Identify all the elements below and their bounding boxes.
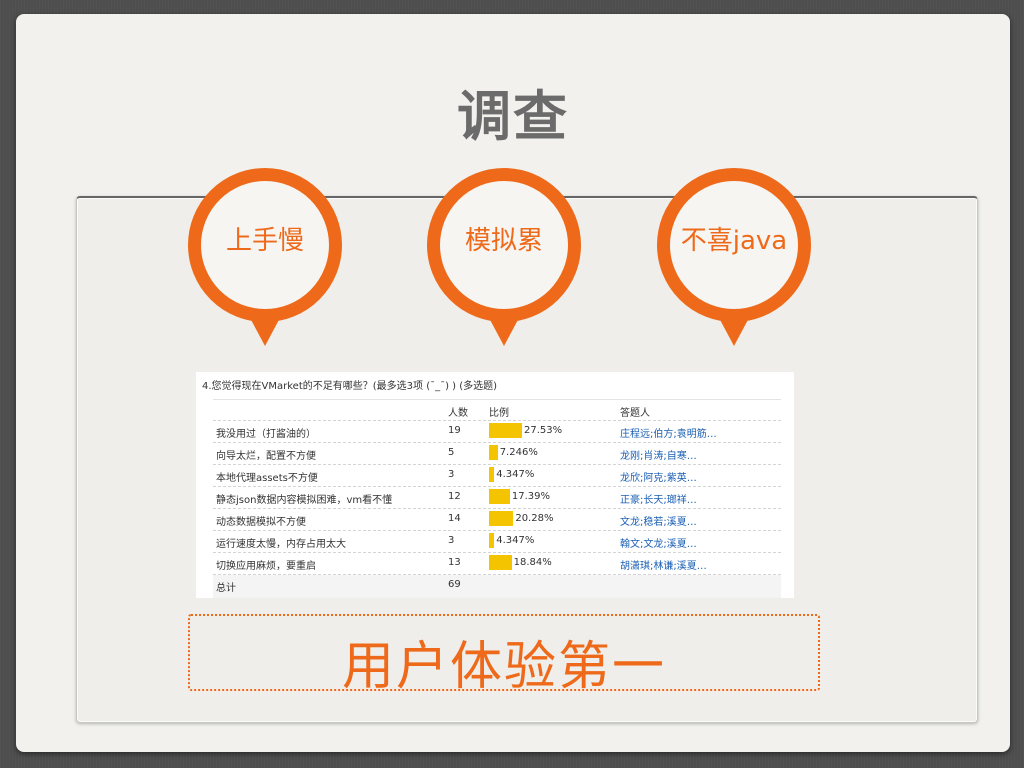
percent-bar: [489, 423, 523, 438]
bubble-pointer: [718, 316, 750, 346]
row-count: 5: [448, 447, 455, 458]
row-option: 本地代理assets不方便: [216, 473, 318, 484]
row-count: 14: [448, 513, 461, 524]
table-row: 切换应用麻烦，要重启 13 18.84% 胡潇琪;林谦;溪夏…: [213, 553, 781, 575]
survey-table: 人数 比例 答题人 我没用过（打酱油的） 19 27.53% 庄程远;伯方;袁明筋… 向…: [213, 399, 781, 598]
bubble-pointer: [488, 316, 520, 346]
bubble-pointer: [249, 316, 281, 346]
row-percent: 27.53%: [489, 421, 614, 442]
row-option: 动态数据模拟不方便: [216, 517, 306, 528]
row-respondents[interactable]: 胡潇琪;林谦;溪夏…: [620, 557, 707, 572]
percent-label: 27.53%: [524, 425, 563, 436]
percent-bar: [489, 445, 498, 460]
slogan-text: 用户体验第一: [341, 637, 666, 697]
table-row: 动态数据模拟不方便 14 20.28% 文龙;稳若;溪夏…: [213, 509, 781, 531]
row-option: 运行速度太慢，内存占用太大: [216, 539, 346, 550]
survey-question: 4.您觉得现在VMarket的不足有哪些？(最多选3项 (¯_¯) ) (多选题…: [202, 381, 498, 392]
row-count: 12: [448, 491, 461, 502]
percent-label: 7.246%: [499, 447, 538, 458]
percent-bar: [489, 511, 514, 526]
percent-label: 18.84%: [513, 557, 552, 568]
row-option: 我没用过（打酱油的）: [216, 429, 316, 440]
row-option: 向导太烂，配置不方便: [216, 451, 316, 462]
row-percent: 4.347%: [489, 531, 614, 552]
percent-bar: [489, 489, 510, 504]
row-count: 3: [448, 469, 455, 480]
total-label: 总计: [216, 583, 236, 594]
table-row: 我没用过（打酱油的） 19 27.53% 庄程远;伯方;袁明筋…: [213, 421, 781, 443]
total-count: 69: [448, 579, 461, 590]
table-row: 运行速度太慢，内存占用太大 3 4.347% 翰文;文龙;溪夏…: [213, 531, 781, 553]
percent-label: 4.347%: [496, 469, 535, 480]
percent-bar: [489, 533, 495, 548]
header-percent: 比例: [489, 408, 509, 419]
row-respondents[interactable]: 庄程远;伯方;袁明筋…: [620, 425, 717, 440]
row-percent: 20.28%: [489, 509, 614, 530]
table-header-row: 人数 比例 答题人: [213, 400, 781, 421]
bubble-label: 模拟累: [464, 226, 543, 256]
percent-label: 17.39%: [511, 491, 550, 502]
row-respondents[interactable]: 文龙;稳若;溪夏…: [620, 513, 697, 528]
row-count: 3: [448, 535, 455, 546]
row-count: 13: [448, 557, 461, 568]
table-total-row: 总计 69: [213, 575, 781, 598]
row-respondents[interactable]: 龙刚;肖涛;自寒…: [620, 447, 697, 462]
header-count: 人数: [448, 408, 468, 419]
row-respondents[interactable]: 龙欣;阿克;紫英…: [620, 469, 697, 484]
survey-screenshot: 4.您觉得现在VMarket的不足有哪些？(最多选3项 (¯_¯) ) (多选题…: [196, 372, 794, 598]
row-option: 切换应用麻烦，要重启: [216, 561, 316, 572]
table-row: 本地代理assets不方便 3 4.347% 龙欣;阿克;紫英…: [213, 465, 781, 487]
row-option: 静态json数据内容模拟困难，vm看不懂: [216, 495, 393, 506]
slide-title: 调查: [457, 85, 569, 148]
pain-point-bubble-3: 不喜java: [657, 168, 811, 348]
bubble-label: 不喜java: [680, 226, 788, 256]
table-row: 静态json数据内容模拟困难，vm看不懂 12 17.39% 正豪;长天;瑯祥…: [213, 487, 781, 509]
slogan-box: 用户体验第一: [188, 614, 820, 697]
percent-bar: [489, 467, 495, 482]
pain-point-bubble-2: 模拟累: [427, 168, 581, 348]
percent-label: 4.347%: [496, 535, 535, 546]
row-respondents[interactable]: 翰文;文龙;溪夏…: [620, 535, 697, 550]
header-respondents: 答题人: [620, 408, 650, 419]
pain-point-bubble-1: 上手慢: [188, 168, 342, 348]
row-percent: 7.246%: [489, 443, 614, 464]
row-count: 19: [448, 425, 461, 436]
table-row: 向导太烂，配置不方便 5 7.246% 龙刚;肖涛;自寒…: [213, 443, 781, 465]
row-percent: 17.39%: [489, 487, 614, 508]
row-percent: 4.347%: [489, 465, 614, 486]
row-percent: 18.84%: [489, 553, 614, 574]
percent-bar: [489, 555, 512, 570]
percent-label: 20.28%: [515, 513, 554, 524]
bubble-label: 上手慢: [225, 226, 304, 256]
row-respondents[interactable]: 正豪;长天;瑯祥…: [620, 491, 697, 506]
